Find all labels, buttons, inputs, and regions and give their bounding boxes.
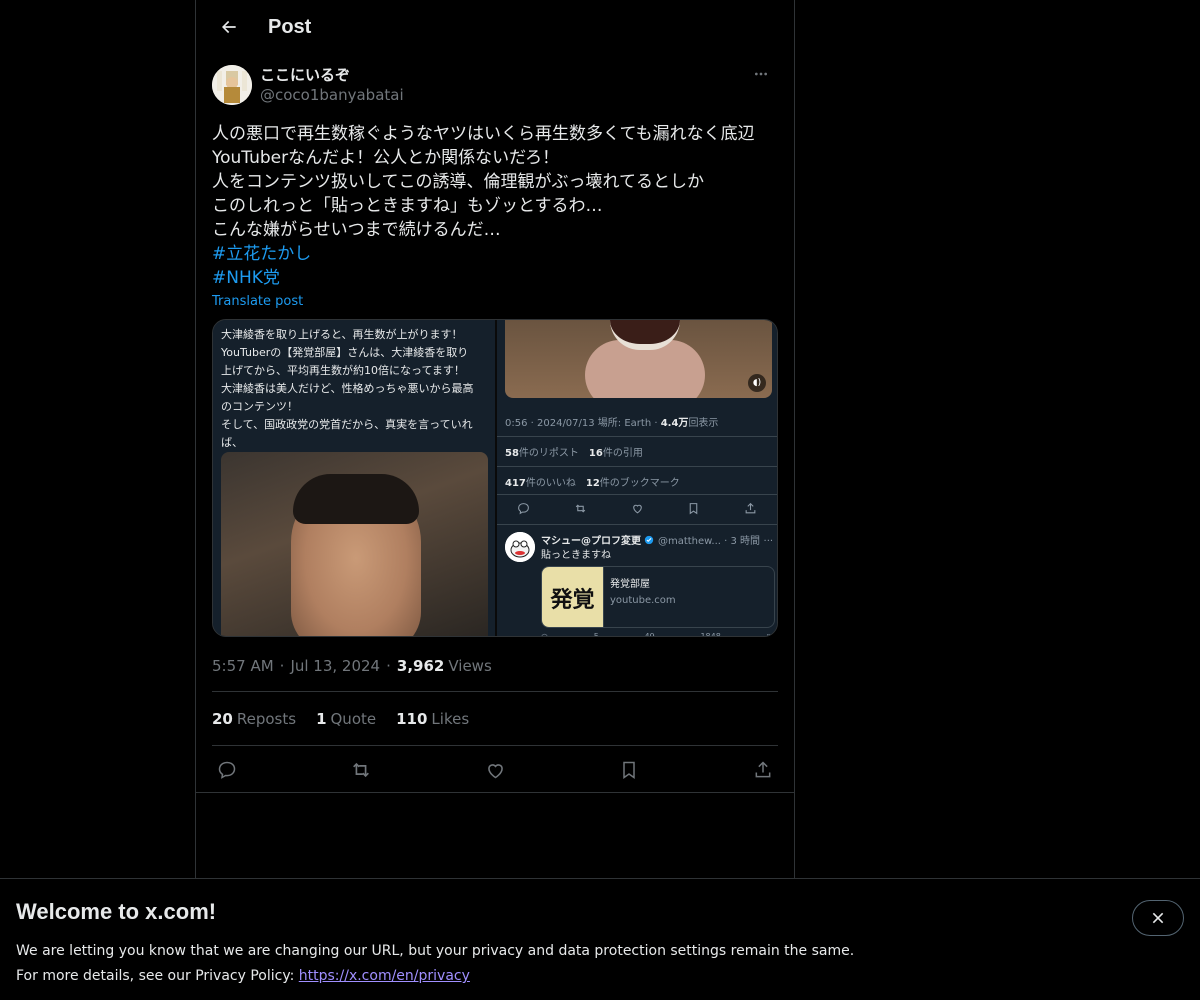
author-row: ここにいるぞ @coco1banyabatai [212,64,778,106]
engagement-stats: 20 Reposts 1 Quote 110 Likes [212,692,778,745]
meta-separator: · [386,657,391,675]
media-left-text: 大津綾香を取り上げると、再生数が上がります！ YouTuberの【発覚部屋】さん… [221,328,474,449]
media-video-frame [221,452,488,636]
hair-shape [293,474,419,524]
page-header: Post [196,0,794,54]
reply-more-icon: ··· [763,536,774,547]
media-separator [497,524,777,525]
banner-line-1: We are letting you know that we are chan… [16,943,855,959]
share-button[interactable] [752,759,774,781]
link-card-domain: youtube.com [610,595,676,606]
reply-text: 貼っときますね [541,550,611,561]
bookmark-icon [689,503,698,515]
share-icon [745,502,756,514]
post: ここにいるぞ @coco1banyabatai 人の悪口で再生数稼ぐようなヤツは… [196,54,794,794]
author-display-name[interactable]: ここにいるぞ [260,65,404,85]
bookmark-icon [623,761,635,779]
link-card-image: 発覚 [542,567,604,627]
media-separator [497,466,777,467]
like-icon [487,763,503,778]
reposts-stat[interactable]: 20 Reposts [212,710,296,728]
post-date[interactable]: Jul 13, 2024 [290,657,380,675]
post-media[interactable]: 大津綾香を取り上げると、再生数が上がります！ YouTuberの【発覚部屋】さん… [212,319,778,637]
like-icon [632,504,642,514]
like-button[interactable] [484,759,506,781]
author-names: ここにいるぞ @coco1banyabatai [260,65,404,105]
banner-text: We are letting you know that we are chan… [16,939,1184,989]
hashtag-link[interactable]: #NHK党 [212,266,778,290]
media-right-screenshot: ◖) 0:56 · 2024/07/13 場所: Earth · 4.4万回表示… [497,320,777,636]
main-column: Post ここにいるぞ @coco1banyabatai 人の悪口で再生数稼ぐよ… [195,0,795,1000]
link-card-title: 発覚部屋 [610,579,650,590]
translate-post-link[interactable]: Translate post [212,294,303,309]
reply-reply-icon: ○ [541,632,548,637]
post-text: 人の悪口で再生数稼ぐようなヤツはいくら再生数多くても漏れなく底辺 YouTube… [212,124,755,240]
media-top-video: ◖) [505,320,772,398]
hashtag-link[interactable]: #立花たかし [212,242,778,266]
verified-icon [645,535,654,545]
banner-title: Welcome to x.com! [16,899,217,924]
welcome-banner: Welcome to x.com! We are letting you kno… [0,878,1200,1000]
bookmark-button[interactable] [618,759,640,781]
reply-view-count: 1848 [700,632,721,637]
media-separator [497,436,777,437]
link-card: 発覚 発覚部屋 youtube.com [541,566,775,628]
more-button[interactable] [744,64,778,84]
reply-author: マシュー@プロフ変更 @matthew... · 3 時間 ··· [541,535,774,547]
reply-bookmark-icon: ▯ [766,632,771,637]
media-stats-reposts: 58件のリポスト 16件の引用 [505,448,643,459]
repost-button[interactable] [350,759,372,781]
post-actions [212,746,778,794]
reply-icon [518,503,529,515]
views-label: Views [448,657,492,675]
likes-stat[interactable]: 110 Likes [396,710,469,728]
avatar[interactable] [212,65,252,105]
post-meta: 5:57 AM · Jul 13, 2024 · 3,962 Views [212,657,778,675]
post-time[interactable]: 5:57 AM [212,657,274,675]
reply-repost-count: 5 [593,632,599,637]
media-separator [497,494,777,495]
quotes-stat[interactable]: 1 Quote [316,710,376,728]
media-left-screenshot: 大津綾香を取り上げると、再生数が上がります！ YouTuberの【発覚部屋】さん… [213,320,495,636]
media-actions [517,502,757,515]
divider [196,792,794,793]
banner-close-button[interactable] [1132,900,1184,936]
close-icon [1152,912,1164,924]
media-meta: 0:56 · 2024/07/13 場所: Earth · 4.4万回表示 [505,418,719,429]
views-count: 3,962 [396,657,445,675]
reply-icon [218,761,236,779]
reply-like-count: 49 [644,632,655,637]
reply-button[interactable] [216,759,238,781]
banner-line-2: For more details, see our Privacy Policy… [16,968,470,984]
privacy-policy-link[interactable]: https://x.com/en/privacy [299,968,470,984]
avatar-illustration [212,65,252,105]
back-button[interactable] [212,10,246,44]
media-stats-likes: 417件のいいね 12件のブックマーク [505,478,680,489]
repost-icon [575,504,585,513]
reply-action-counts: ○ 5 49 1848 ▯ [541,632,771,637]
repost-icon [353,762,369,778]
link-card-text: 発覚部屋 youtube.com [604,567,682,627]
author-handle[interactable]: @coco1banyabatai [260,85,404,105]
page-title: Post [268,15,312,38]
reply-avatar [505,532,535,562]
mute-icon: ◖) [748,374,766,392]
more-icon [755,72,767,76]
arrow-left-icon [222,20,236,34]
share-icon [755,761,771,778]
meta-separator: · [279,657,285,675]
